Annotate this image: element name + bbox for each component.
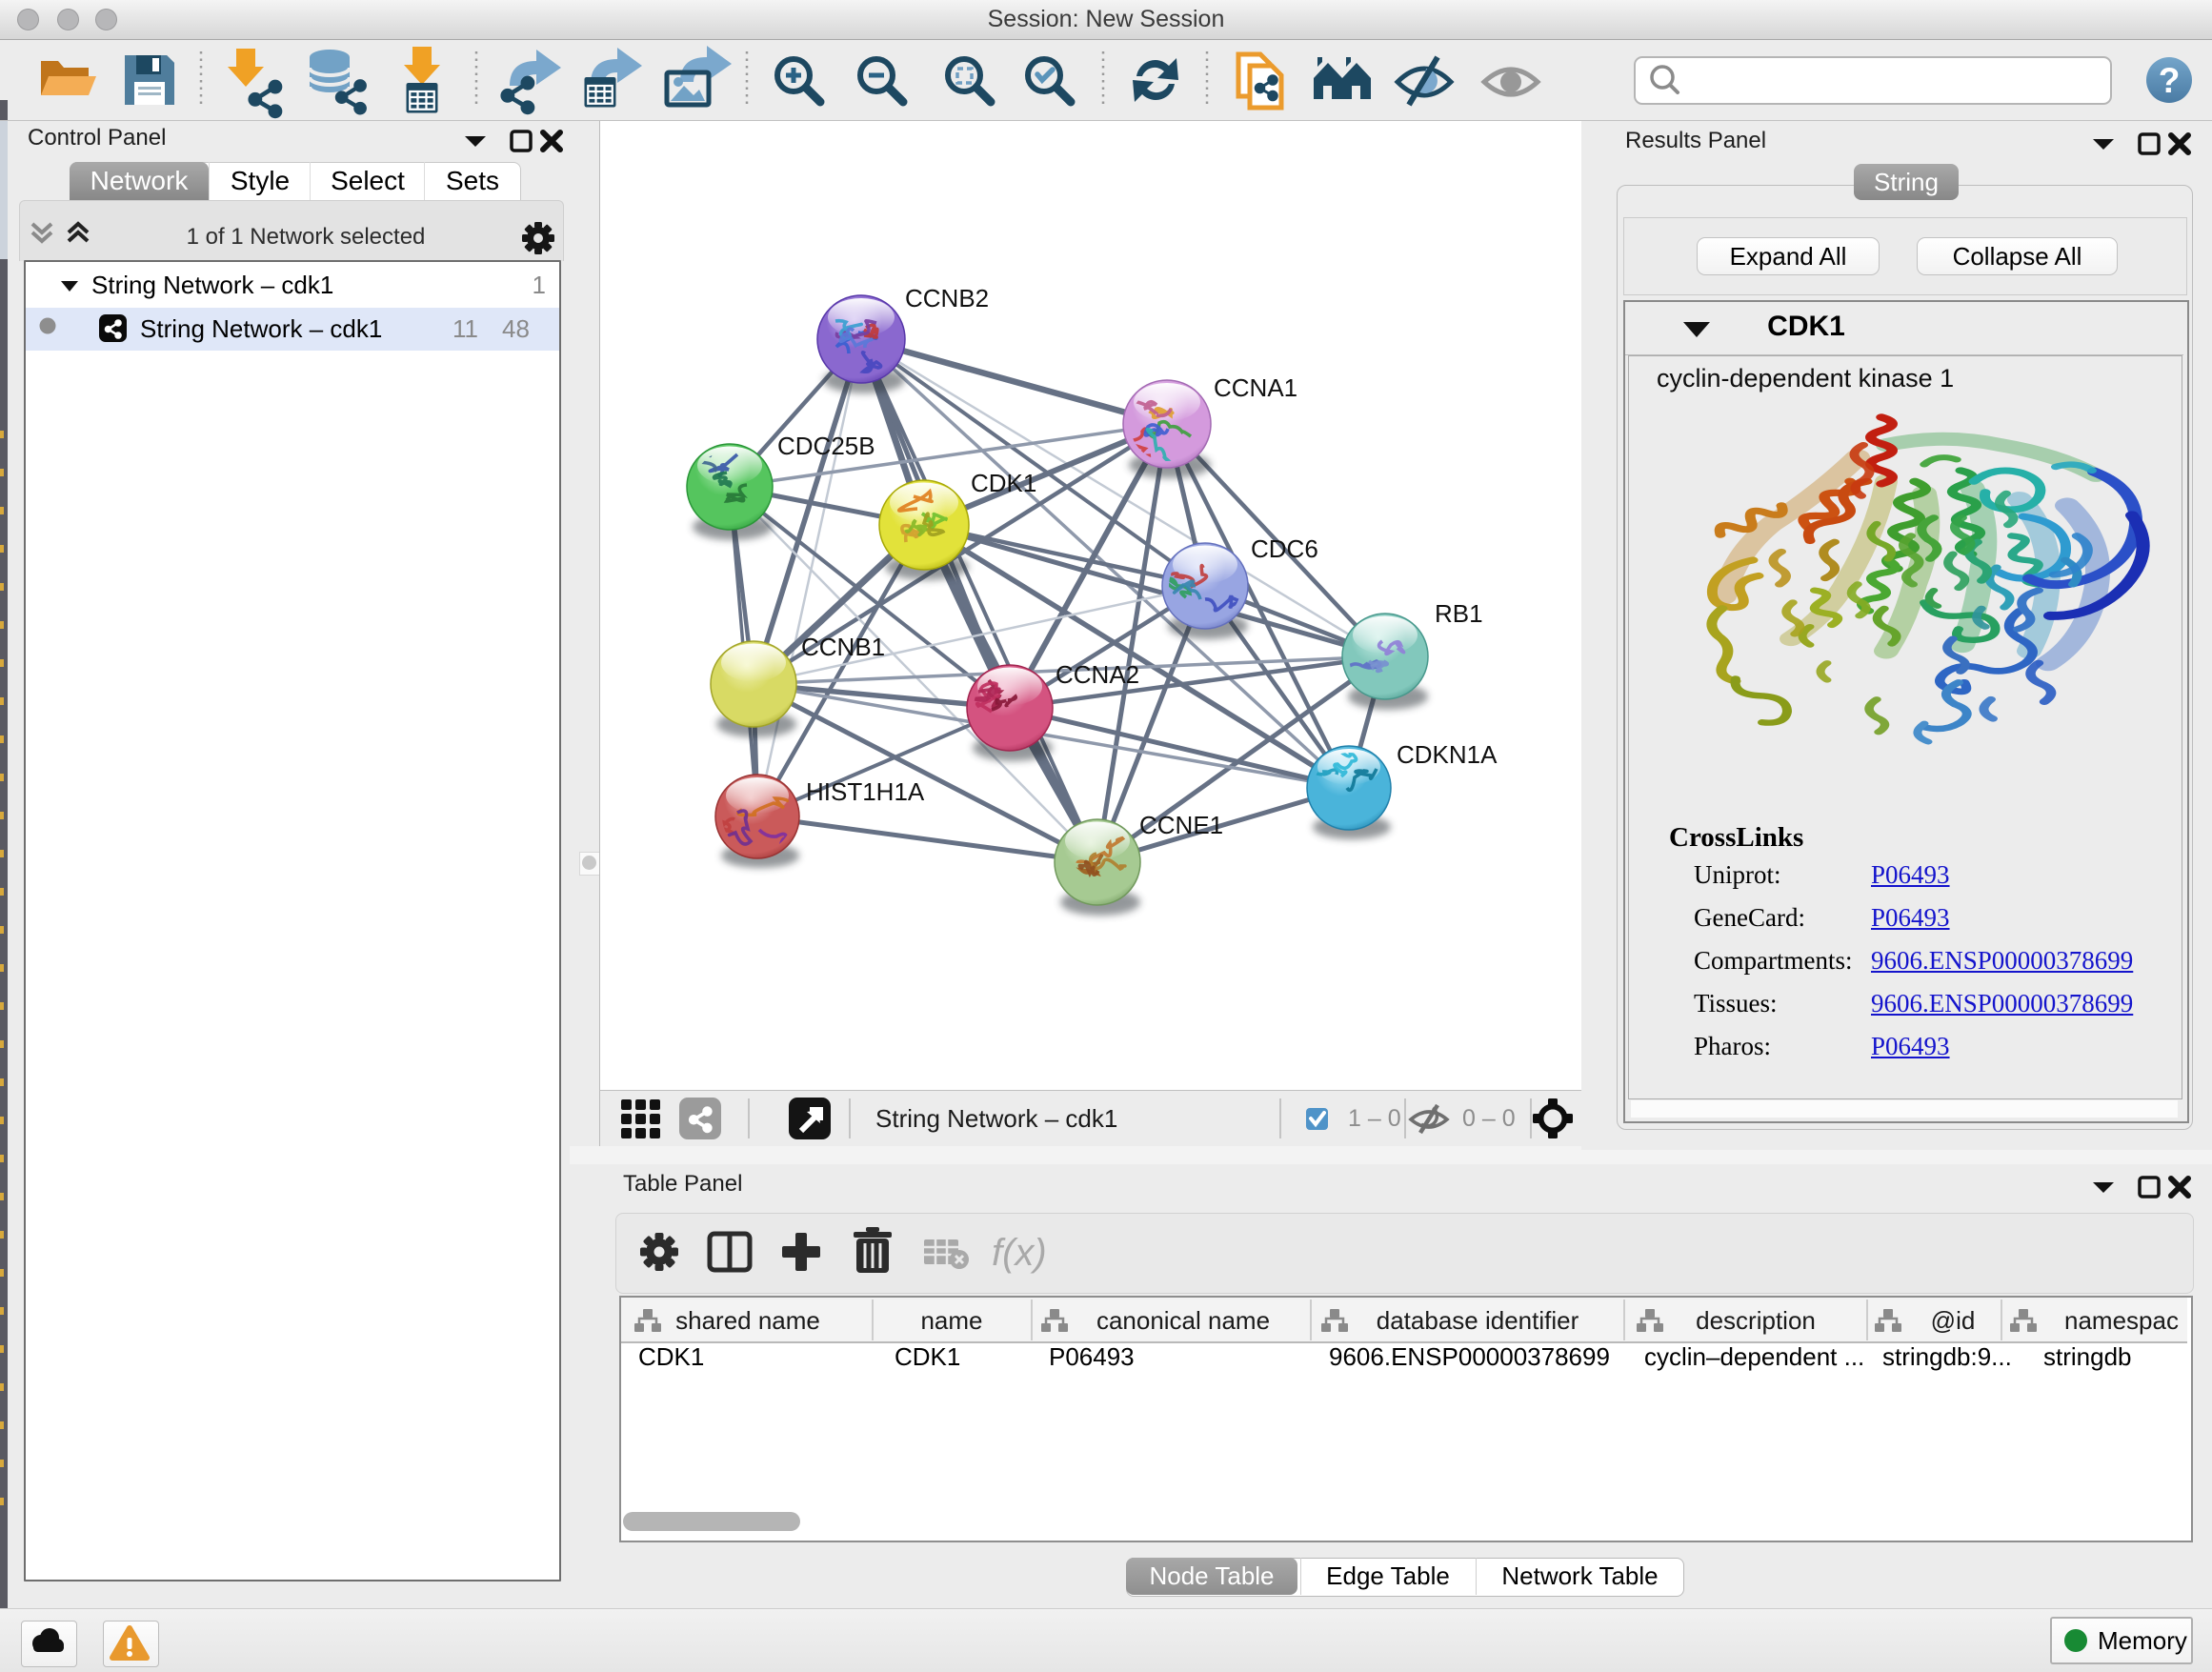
svg-text:CDC6: CDC6 xyxy=(1251,534,1318,563)
svg-text:HIST1H1A: HIST1H1A xyxy=(806,777,925,806)
svg-text:CDK1: CDK1 xyxy=(638,1342,704,1371)
svg-text:CCNA2: CCNA2 xyxy=(1056,660,1139,689)
svg-text:CCNB2: CCNB2 xyxy=(905,284,989,312)
svg-text:9606.ENSP00000378699: 9606.ENSP00000378699 xyxy=(1329,1342,1610,1371)
svg-text:namespac: namespac xyxy=(2064,1306,2179,1335)
svg-text:stringdb: stringdb xyxy=(2043,1342,2132,1371)
svg-text:1 – 0: 1 – 0 xyxy=(1348,1105,1401,1132)
svg-text:CCNE1: CCNE1 xyxy=(1139,811,1223,839)
svg-text:CDK1: CDK1 xyxy=(971,469,1036,497)
svg-text:description: description xyxy=(1696,1306,1816,1335)
svg-text:RB1: RB1 xyxy=(1435,599,1483,628)
svg-text:CCNA1: CCNA1 xyxy=(1214,373,1297,402)
svg-text:cyclin–dependent ...: cyclin–dependent ... xyxy=(1644,1342,1864,1371)
svg-text:@id: @id xyxy=(1931,1306,1976,1335)
svg-text:?: ? xyxy=(2159,61,2181,100)
svg-text:CDC25B: CDC25B xyxy=(777,432,875,460)
svg-text:CDK1: CDK1 xyxy=(895,1342,960,1371)
svg-text:f(x): f(x) xyxy=(992,1232,1047,1274)
svg-text:name: name xyxy=(920,1306,982,1335)
svg-text:0 – 0: 0 – 0 xyxy=(1462,1105,1516,1132)
svg-text:canonical name: canonical name xyxy=(1096,1306,1270,1335)
svg-text:CDKN1A: CDKN1A xyxy=(1397,740,1498,769)
svg-text:shared name: shared name xyxy=(675,1306,820,1335)
svg-text:stringdb:9...: stringdb:9... xyxy=(1882,1342,2012,1371)
svg-text:database identifier: database identifier xyxy=(1377,1306,1579,1335)
svg-text:String Network – cdk1: String Network – cdk1 xyxy=(875,1104,1117,1133)
svg-text:CCNB1: CCNB1 xyxy=(801,633,885,661)
svg-text:P06493: P06493 xyxy=(1049,1342,1135,1371)
